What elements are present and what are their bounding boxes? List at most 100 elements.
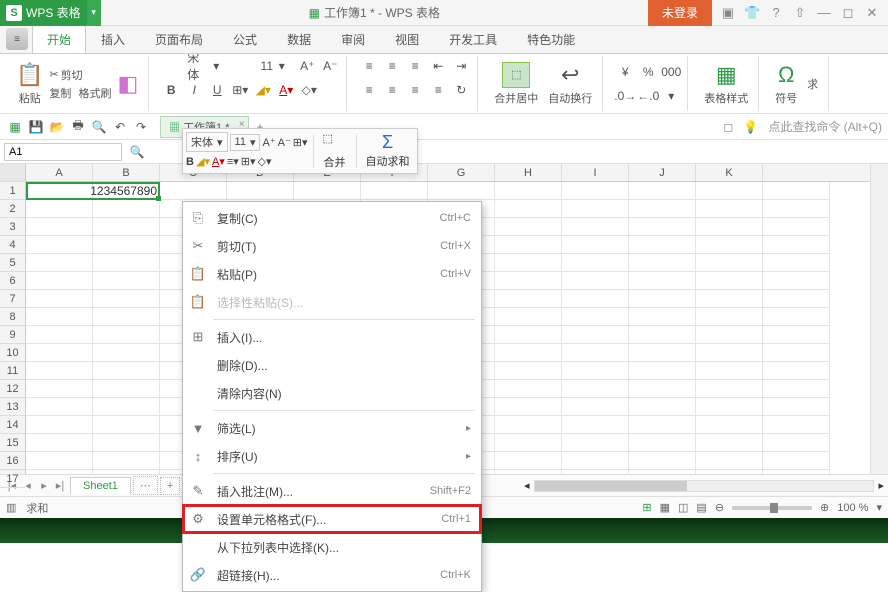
shrink-font-icon[interactable]: A⁻ [320,56,340,76]
grow-font-icon[interactable]: A⁺ [297,56,317,76]
mini-border-icon[interactable]: ⊞▾ [241,155,256,168]
mini-fill-color-icon[interactable]: ◢▾ [196,155,210,168]
format-dropdown-icon[interactable]: ▾ [661,86,681,106]
paste-button[interactable]: 📋粘贴 [12,60,47,108]
align-right-icon[interactable]: ≡ [405,80,425,100]
tab-special[interactable]: 特色功能 [512,25,590,53]
ctx-item[interactable]: 📋粘贴(P)Ctrl+V [183,260,481,288]
login-button[interactable]: 未登录 [648,0,712,26]
symbol-button[interactable]: Ω符号 [771,60,801,108]
wrap-text-button[interactable]: ↩自动换行 [544,60,596,108]
ctx-item[interactable]: ✎插入批注(M)...Shift+F2 [183,477,481,505]
tab-dev[interactable]: 开发工具 [434,25,512,53]
copy-button[interactable]: 复制 [49,85,71,101]
italic-button[interactable]: I [184,80,204,100]
comma-icon[interactable]: 000 [661,62,681,82]
sum-button[interactable]: 求 [803,74,822,94]
row-headers[interactable]: 1234 5678 9101112 13141516 17 [0,164,26,474]
mini-format-icon[interactable]: ◇▾ [258,155,272,168]
status-mode-icon[interactable]: ▥ [6,501,16,514]
maximize-icon[interactable]: ◻ [840,5,856,21]
help-icon[interactable]: ? [768,5,784,21]
qat-new-icon[interactable]: ▦ [6,118,24,136]
qat-print-icon[interactable]: 🖶 [69,118,87,136]
mini-font-name[interactable]: 宋体▾ [186,132,228,152]
ctx-item[interactable]: ✂剪切(T)Ctrl+X [183,232,481,260]
view-break-icon[interactable]: ◫ [678,501,688,514]
ctx-item[interactable]: ⎘复制(C)Ctrl+C [183,204,481,232]
name-box[interactable] [4,143,122,161]
mini-font-size[interactable]: 11▾ [230,134,261,151]
font-name-combo[interactable]: 宋体▾ [161,56,251,76]
table-style-button[interactable]: ▦表格样式 [700,60,752,108]
sheet-tab-add[interactable]: + [160,477,180,495]
align-bot-icon[interactable]: ≡ [405,56,425,76]
collapse-ribbon-icon[interactable]: ◻ [723,120,733,134]
align-justify-icon[interactable]: ≡ [428,80,448,100]
minimize-icon[interactable]: — [816,5,832,21]
zoom-out-icon[interactable]: ⊖ [715,501,724,514]
indent-inc-icon[interactable]: ⇥ [451,56,471,76]
mini-shrink-font-icon[interactable]: A⁻ [278,136,291,149]
ctx-item[interactable]: ↕排序(U)▸ [183,442,481,470]
align-left-icon[interactable]: ≡ [359,80,379,100]
zoom-slider[interactable] [732,506,812,510]
tab-insert[interactable]: 插入 [86,25,140,53]
mini-grow-font-icon[interactable]: A⁺ [262,136,275,149]
dec-decimal-icon[interactable]: ←.0 [638,86,658,106]
indent-dec-icon[interactable]: ⇤ [428,56,448,76]
qat-redo-icon[interactable]: ↷ [132,118,150,136]
qat-save-icon[interactable]: 💾 [27,118,45,136]
ctx-item[interactable]: 清除内容(N) [183,379,481,407]
qat-undo-icon[interactable]: ↶ [111,118,129,136]
currency-icon[interactable]: ¥ [615,62,635,82]
cut-button[interactable]: ✂剪切 [49,67,111,83]
ctx-item[interactable]: 🔗超链接(H)...Ctrl+K [183,561,481,589]
sheet-tab-more[interactable]: ⋯ [133,476,158,495]
tab-view[interactable]: 视图 [380,25,434,53]
inc-decimal-icon[interactable]: .0→ [615,86,635,106]
shirt-icon[interactable]: 👕 [744,5,760,21]
sheet-tab-active[interactable]: Sheet1 [70,477,131,494]
font-color-button[interactable]: A▾ [276,80,296,100]
pin-icon[interactable]: ⇧ [792,5,808,21]
skin-icon[interactable]: ▣ [720,5,736,21]
mini-clear-icon[interactable]: ⊞▾ [293,136,308,149]
tab-review[interactable]: 审阅 [326,25,380,53]
zoom-dropdown-icon[interactable]: ▾ [876,501,882,514]
align-center-icon[interactable]: ≡ [382,80,402,100]
align-mid-icon[interactable]: ≡ [382,56,402,76]
close-icon[interactable]: ✕ [864,5,880,21]
ctx-item[interactable]: 从下拉列表中选择(K)... [183,533,481,561]
ctx-item[interactable]: ⊞插入(I)... [183,323,481,351]
format-painter-big[interactable]: ◧ [113,69,142,99]
view-grid-icon[interactable]: ▤ [696,501,706,514]
view-normal-icon[interactable]: ⊞ [642,501,651,514]
mini-font-color-icon[interactable]: A▾ [212,155,225,168]
mini-autosum-button[interactable]: Σ自动求和 [362,132,414,170]
ctx-item[interactable]: 删除(D)... [183,351,481,379]
horizontal-scrollbar[interactable]: ◂▸ [524,479,884,492]
view-page-icon[interactable]: ▦ [660,501,670,514]
font-size-combo[interactable]: 11▾ [254,56,294,76]
percent-icon[interactable]: % [638,62,658,82]
underline-button[interactable]: U [207,80,227,100]
border-button[interactable]: ⊞▾ [230,80,250,100]
vertical-scrollbar[interactable] [870,164,888,474]
file-menu-button[interactable]: ≡ [6,28,28,50]
column-headers[interactable]: ABC DEF GHI JK [26,164,870,182]
fill-color-button[interactable]: ◢▾ [253,80,273,100]
command-search-hint[interactable]: 点此查找命令 (Alt+Q) [768,118,882,135]
tab-start[interactable]: 开始 [32,24,86,53]
tab-data[interactable]: 数据 [272,25,326,53]
clear-format-button[interactable]: ◇▾ [299,80,319,100]
tab-formula[interactable]: 公式 [218,25,272,53]
zoom-value[interactable]: 100 % [837,502,868,514]
bold-button[interactable]: B [161,80,181,100]
tab-layout[interactable]: 页面布局 [140,25,218,53]
align-top-icon[interactable]: ≡ [359,56,379,76]
ctx-item[interactable]: ▼筛选(L)▸ [183,414,481,442]
ctx-item[interactable]: ⚙设置单元格格式(F)...Ctrl+1 [183,505,481,533]
orientation-icon[interactable]: ↻ [451,80,471,100]
name-box-search-icon[interactable]: 🔍 [126,145,148,159]
